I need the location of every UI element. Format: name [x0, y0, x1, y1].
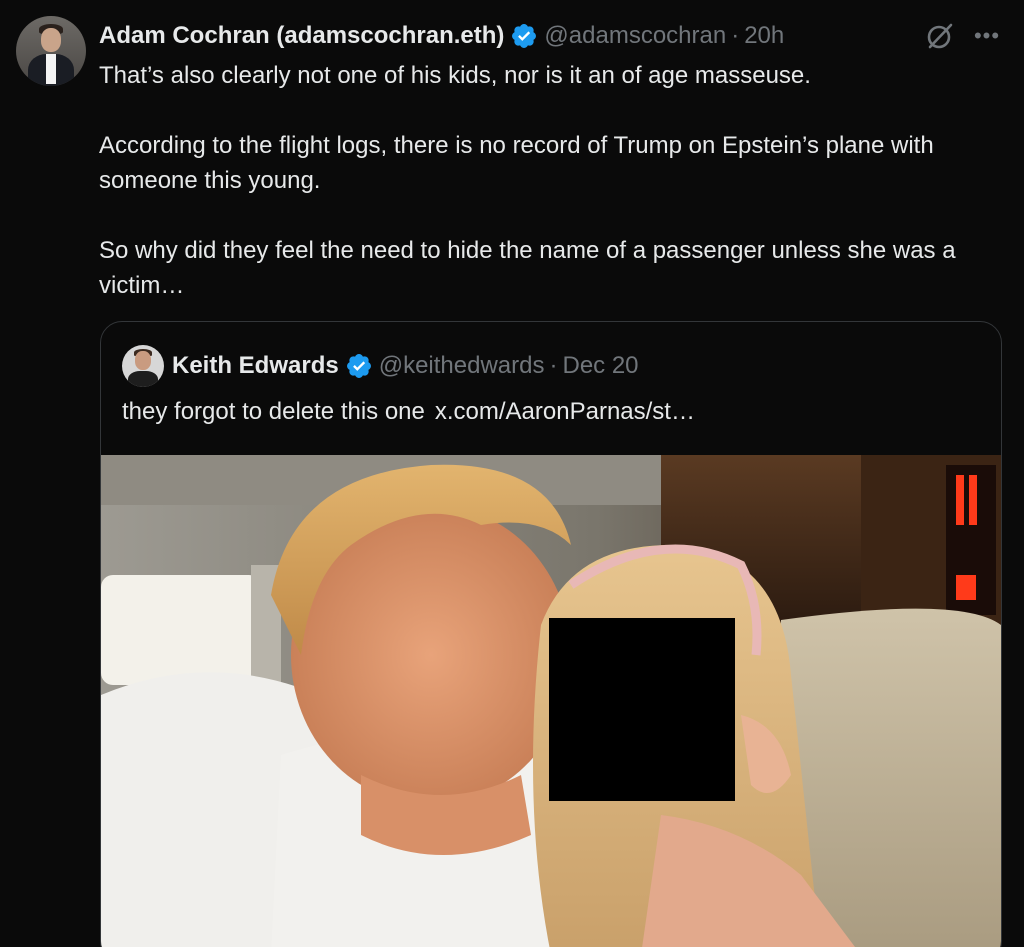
tweet-paragraph: So why did they feel the need to hide th…	[99, 237, 956, 299]
quoted-link[interactable]: x.com/AaronParnas/st…	[435, 398, 695, 425]
quoted-tweet-text: they forgot to delete this one x.com/Aaro…	[122, 394, 695, 429]
tweet-paragraph: According to the flight logs, there is n…	[99, 132, 934, 194]
quoted-tweet-photo[interactable]	[101, 455, 1001, 947]
separator-dot: ·	[549, 352, 558, 379]
quoted-author-avatar[interactable]	[122, 345, 164, 387]
author-name[interactable]: Adam Cochran (adamscochran.eth)	[99, 22, 504, 50]
quoted-author-handle[interactable]: @keithedwards	[379, 352, 545, 380]
quoted-tweet-header: Keith Edwards @keithedwards · Dec 20	[122, 344, 639, 388]
verified-badge-icon	[512, 24, 537, 48]
tweet-paragraph: That’s also clearly not one of his kids,…	[99, 62, 811, 89]
separator-dot: ·	[731, 22, 740, 49]
post-timestamp[interactable]: 20h	[744, 22, 784, 50]
tweet-text: That’s also clearly not one of his kids,…	[99, 58, 999, 338]
quoted-text: they forgot to delete this one	[122, 398, 425, 425]
quoted-tweet[interactable]: Keith Edwards @keithedwards · Dec 20 the…	[100, 321, 1002, 947]
quoted-post-date[interactable]: Dec 20	[562, 352, 638, 380]
tweet: Adam Cochran (adamscochran.eth) @adamsco…	[0, 0, 1024, 947]
tweet-header: Adam Cochran (adamscochran.eth) @adamsco…	[99, 18, 784, 54]
quoted-author-name[interactable]: Keith Edwards	[172, 352, 339, 380]
author-handle[interactable]: @adamscochran	[544, 22, 726, 50]
verified-badge-icon	[346, 354, 371, 378]
author-avatar[interactable]	[16, 16, 86, 86]
grok-icon[interactable]	[924, 20, 956, 52]
more-options-icon[interactable]: •••	[972, 22, 1002, 50]
